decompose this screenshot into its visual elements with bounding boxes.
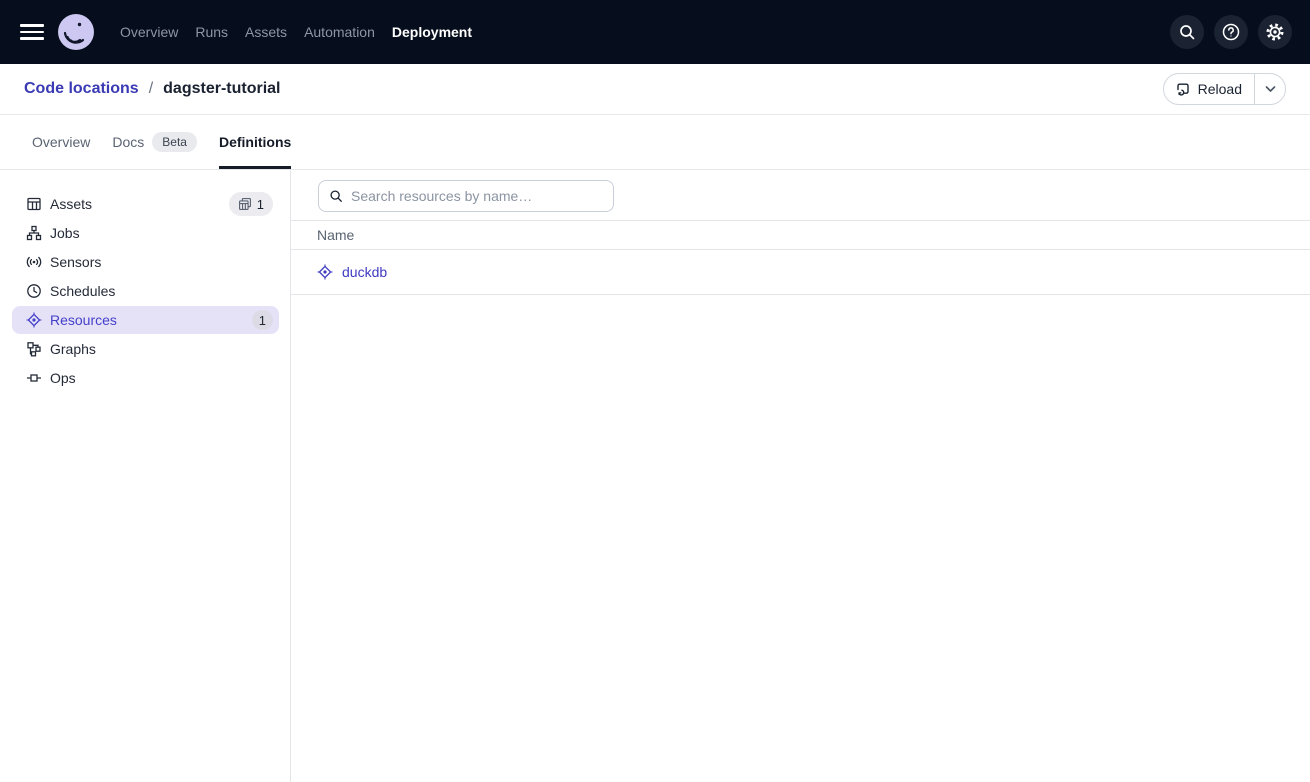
reload-split-button: Reload xyxy=(1163,73,1286,105)
tab-docs[interactable]: Docs Beta xyxy=(112,115,197,169)
resource-search[interactable] xyxy=(318,180,614,212)
tab-overview-label: Overview xyxy=(32,134,90,150)
resources-panel: Name duckdb xyxy=(291,170,1310,782)
breadcrumb-current-location: dagster-tutorial xyxy=(163,80,280,98)
search-icon[interactable] xyxy=(1170,15,1204,49)
graphs-icon xyxy=(26,341,42,357)
asset-group-icon xyxy=(238,197,252,211)
sidebar-item-graphs[interactable]: Graphs xyxy=(12,335,279,363)
tab-docs-label: Docs xyxy=(112,134,144,150)
sidebar-item-sensors[interactable]: Sensors xyxy=(12,248,279,276)
reload-icon xyxy=(1175,81,1191,97)
table-row[interactable]: duckdb xyxy=(291,250,1310,295)
sidebar-item-label: Ops xyxy=(50,370,76,386)
search-input[interactable] xyxy=(351,188,603,204)
beta-badge: Beta xyxy=(152,132,197,152)
location-tabs: Overview Docs Beta Definitions xyxy=(0,115,1310,170)
top-nav-bar: Overview Runs Assets Automation Deployme… xyxy=(0,0,1310,64)
menu-icon[interactable] xyxy=(20,20,44,44)
sidebar-item-ops[interactable]: Ops xyxy=(12,364,279,392)
breadcrumb-separator: / xyxy=(149,80,153,98)
definitions-sidebar: Assets 1 xyxy=(0,170,291,782)
reload-button-label: Reload xyxy=(1198,81,1242,97)
search-icon xyxy=(329,189,343,203)
nav-link-runs[interactable]: Runs xyxy=(195,20,228,44)
top-nav-links: Overview Runs Assets Automation Deployme… xyxy=(120,20,472,44)
dagster-logo[interactable] xyxy=(58,14,94,50)
table-header: Name xyxy=(291,220,1310,250)
sidebar-item-label: Assets xyxy=(50,196,92,212)
reload-options-dropdown[interactable] xyxy=(1255,74,1285,104)
sidebar-item-label: Sensors xyxy=(50,254,101,270)
sidebar-item-label: Schedules xyxy=(50,283,115,299)
sidebar-item-assets[interactable]: Assets 1 xyxy=(12,190,279,218)
nav-link-overview[interactable]: Overview xyxy=(120,20,178,44)
top-nav-actions xyxy=(1170,15,1292,49)
chevron-down-icon xyxy=(1265,85,1276,93)
tab-overview[interactable]: Overview xyxy=(32,115,90,169)
sensors-icon xyxy=(26,254,42,270)
resources-count-badge: 1 xyxy=(252,310,273,330)
assets-table-icon xyxy=(26,196,42,212)
tab-definitions-label: Definitions xyxy=(219,134,291,150)
breadcrumb: Code locations / dagster-tutorial xyxy=(24,80,280,98)
page-header: Code locations / dagster-tutorial Reload xyxy=(0,64,1310,115)
content-area: Assets 1 xyxy=(0,170,1310,782)
assets-count: 1 xyxy=(257,197,264,212)
help-icon[interactable] xyxy=(1214,15,1248,49)
resource-link-duckdb[interactable]: duckdb xyxy=(342,264,387,280)
tab-definitions[interactable]: Definitions xyxy=(219,115,291,169)
breadcrumb-code-locations-link[interactable]: Code locations xyxy=(24,80,139,98)
sidebar-item-schedules[interactable]: Schedules xyxy=(12,277,279,305)
sidebar-item-label: Resources xyxy=(50,312,117,328)
resources-compass-icon xyxy=(26,312,42,328)
column-header-name: Name xyxy=(317,227,354,243)
schedules-clock-icon xyxy=(26,283,42,299)
sidebar-item-label: Jobs xyxy=(50,225,80,241)
resource-compass-icon xyxy=(317,264,333,280)
jobs-icon xyxy=(26,225,42,241)
nav-link-assets[interactable]: Assets xyxy=(245,20,287,44)
nav-link-deployment[interactable]: Deployment xyxy=(392,20,472,44)
reload-button[interactable]: Reload xyxy=(1164,74,1254,104)
nav-link-automation[interactable]: Automation xyxy=(304,20,375,44)
ops-icon xyxy=(26,370,42,386)
sidebar-item-resources[interactable]: Resources 1 xyxy=(12,306,279,334)
sidebar-item-label: Graphs xyxy=(50,341,96,357)
assets-count-badge: 1 xyxy=(229,192,273,216)
sidebar-item-jobs[interactable]: Jobs xyxy=(12,219,279,247)
gear-icon[interactable] xyxy=(1258,15,1292,49)
